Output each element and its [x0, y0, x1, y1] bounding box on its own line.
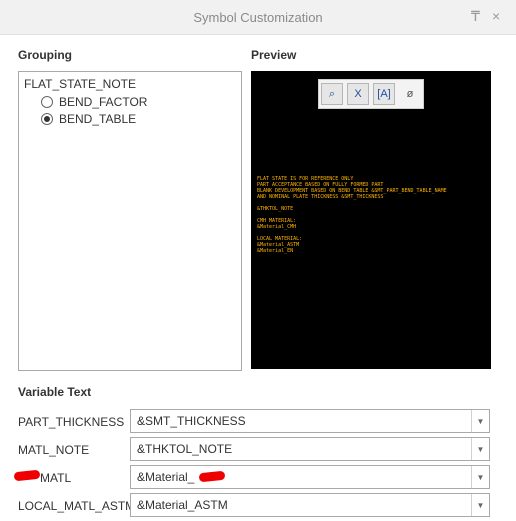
- radio-bend-table[interactable]: [41, 113, 53, 125]
- variable-label: MATL_NOTE: [18, 443, 90, 457]
- bracket-text-icon[interactable]: [A]: [373, 83, 395, 105]
- title-bar: Symbol Customization ₸ ×: [0, 0, 516, 35]
- tree-root-label: FLAT_STATE_NOTE: [24, 77, 137, 91]
- variable-row: MATL &Material_ ▼: [0, 465, 516, 489]
- redaction-mark: [13, 469, 41, 482]
- option-bend-factor[interactable]: BEND_FACTOR: [41, 95, 147, 109]
- radio-bend-factor[interactable]: [41, 96, 53, 108]
- variable-value: &Material_ASTM: [137, 498, 228, 512]
- variable-dropdown[interactable]: &Material_ ▼: [130, 465, 490, 489]
- variable-label: PART_THICKNESS: [18, 415, 125, 429]
- window-title: Symbol Customization: [193, 10, 323, 25]
- chevron-down-icon[interactable]: ▼: [471, 438, 489, 460]
- variable-row: MATL_NOTE &THKTOL_NOTE ▼: [0, 437, 516, 461]
- preview-pane: ⌕ X [A] ø FLAT STATE IS FOR REFERENCE ON…: [251, 71, 491, 369]
- variable-text-heading: Variable Text: [18, 385, 92, 399]
- chevron-down-icon[interactable]: ▼: [471, 494, 489, 516]
- option-label: BEND_TABLE: [59, 112, 137, 126]
- grouping-heading: Grouping: [18, 48, 72, 62]
- grouping-tree: FLAT_STATE_NOTE BEND_FACTOR BEND_TABLE: [18, 71, 242, 371]
- variable-label: LOCAL_MATL_ASTM: [18, 499, 136, 513]
- preview-heading: Preview: [251, 48, 297, 62]
- text-style-icon[interactable]: X: [347, 83, 369, 105]
- chevron-down-icon[interactable]: ▼: [471, 410, 489, 432]
- variable-dropdown[interactable]: &SMT_THICKNESS ▼: [130, 409, 490, 433]
- variable-value: &Material_: [137, 470, 195, 484]
- text-direction-icon[interactable]: ø: [399, 83, 421, 105]
- variable-value: &THKTOL_NOTE: [137, 442, 233, 456]
- redaction-mark: [198, 470, 226, 483]
- zoom-icon[interactable]: ⌕: [321, 83, 343, 105]
- pin-icon[interactable]: ₸: [471, 8, 480, 25]
- preview-toolbar: ⌕ X [A] ø: [318, 79, 424, 109]
- variable-label: MATL: [40, 471, 72, 485]
- preview-note-text: FLAT STATE IS FOR REFERENCE ONLY PART AC…: [257, 176, 447, 254]
- variable-dropdown[interactable]: &THKTOL_NOTE ▼: [130, 437, 490, 461]
- variable-row: LOCAL_MATL_ASTM &Material_ASTM ▼: [0, 493, 516, 517]
- variable-row: PART_THICKNESS &SMT_THICKNESS ▼: [0, 409, 516, 433]
- option-bend-table[interactable]: BEND_TABLE: [41, 112, 136, 126]
- chevron-down-icon[interactable]: ▼: [471, 466, 489, 488]
- close-icon[interactable]: ×: [492, 8, 500, 24]
- variable-dropdown[interactable]: &Material_ASTM ▼: [130, 493, 490, 517]
- variable-value: &SMT_THICKNESS: [137, 414, 246, 428]
- option-label: BEND_FACTOR: [59, 95, 148, 109]
